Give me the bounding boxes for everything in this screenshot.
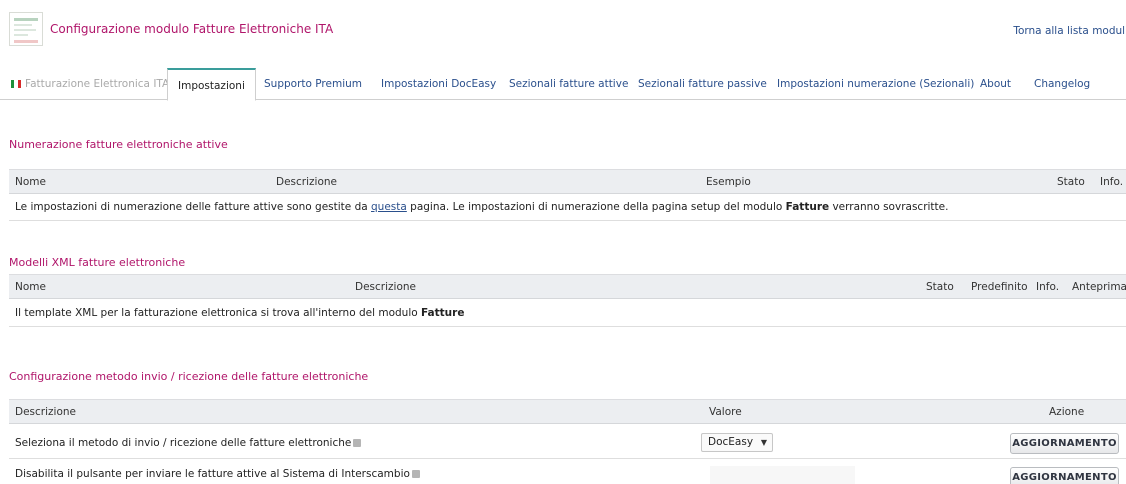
col-nome: Nome: [15, 176, 46, 188]
col-descrizione: Descrizione: [276, 176, 337, 188]
note-text: Il template XML per la fatturazione elet…: [15, 307, 421, 319]
section-title-configurazione-invio: Configurazione metodo invio / ricezione …: [9, 370, 369, 383]
setting-label-text: Disabilita il pulsante per inviare le fa…: [15, 468, 410, 480]
col-descrizione: Descrizione: [15, 406, 76, 418]
tab-sezionali-passive[interactable]: Sezionali fatture passive: [638, 68, 767, 100]
tab-impostazioni-numerazione[interactable]: Impostazioni numerazione (Sezionali): [777, 68, 974, 100]
numerazione-note: Le impostazioni di numerazione delle fat…: [15, 194, 948, 221]
col-predefinito: Predefinito: [971, 281, 1028, 293]
col-nome: Nome: [15, 281, 46, 293]
col-valore: Valore: [709, 406, 742, 418]
tab-bar: Fatturazione Elettronica ITA Impostazion…: [0, 68, 1126, 101]
tab-impostazioni[interactable]: Impostazioni: [167, 68, 256, 101]
page-title: Configurazione modulo Fatture Elettronic…: [50, 22, 334, 36]
caret-down-icon: ▼: [760, 438, 768, 447]
tab-label: Fatturazione Elettronica ITA: [25, 78, 170, 90]
tab-changelog[interactable]: Changelog: [1034, 68, 1090, 100]
disable-send-value-field[interactable]: [710, 466, 855, 484]
col-stato: Stato: [926, 281, 954, 293]
tab-supporto-premium[interactable]: Supporto Premium: [264, 68, 362, 100]
info-icon[interactable]: [353, 439, 362, 447]
back-to-modules-link[interactable]: Torna alla lista moduli: [1013, 25, 1126, 37]
table-row: Il template XML per la fatturazione elet…: [9, 299, 1126, 327]
tab-impostazioni-doceasy[interactable]: Impostazioni DocEasy: [381, 68, 496, 100]
note-bold-text: Fatture: [785, 201, 830, 213]
col-info: Info.: [1036, 281, 1060, 293]
tab-sezionali-attive[interactable]: Sezionali fatture attive: [509, 68, 628, 100]
table-header-modelli-xml: Nome Descrizione Stato Predefinito Info.…: [9, 274, 1126, 299]
page-header: Configurazione modulo Fatture Elettronic…: [0, 0, 1126, 60]
table-row: Le impostazioni di numerazione delle fat…: [9, 194, 1126, 221]
col-azione: Azione: [1049, 406, 1085, 418]
note-bold-text: Fatture: [421, 307, 465, 319]
update-button[interactable]: AGGIORNAMENTO: [1010, 433, 1119, 454]
select-value: DocEasy: [708, 436, 754, 448]
table-header-numerazione: Nome Descrizione Esempio Stato Info.: [9, 169, 1126, 194]
col-stato: Stato: [1057, 176, 1085, 188]
send-method-select[interactable]: DocEasy ▼: [701, 433, 773, 452]
tab-fatturazione-elettronica[interactable]: Fatturazione Elettronica ITA: [11, 68, 169, 100]
note-text: Le impostazioni di numerazione delle fat…: [15, 201, 372, 213]
update-button[interactable]: AGGIORNAMENTO: [1010, 467, 1119, 484]
note-text: pagina. Le impostazioni di numerazione d…: [406, 201, 786, 213]
table-header-configurazione: Descrizione Valore Azione: [9, 399, 1126, 424]
section-title-modelli-xml: Modelli XML fatture elettroniche: [9, 256, 186, 269]
info-icon[interactable]: [411, 470, 420, 478]
note-text: verranno sovrascritte.: [829, 201, 949, 213]
setting-label: Disabilita il pulsante per inviare le fa…: [15, 459, 420, 484]
col-descrizione: Descrizione: [355, 281, 416, 293]
table-row: Seleziona il metodo di invio / ricezione…: [9, 428, 1126, 459]
setting-label-text: Seleziona il metodo di invio / ricezione…: [15, 437, 352, 449]
section-title-numerazione: Numerazione fatture elettroniche attive: [9, 138, 228, 151]
col-info: Info.: [1100, 176, 1124, 188]
col-esempio: Esempio: [706, 176, 751, 188]
setting-label: Seleziona il metodo di invio / ricezione…: [15, 428, 362, 459]
col-anteprima: Anteprima: [1072, 281, 1126, 293]
questa-link[interactable]: questa: [371, 201, 407, 213]
tab-about[interactable]: About: [980, 68, 1011, 100]
italy-flag-icon: [11, 80, 21, 88]
table-row: Disabilita il pulsante per inviare le fa…: [9, 459, 1126, 484]
module-logo: [9, 12, 43, 46]
xml-template-note: Il template XML per la fatturazione elet…: [15, 299, 464, 327]
